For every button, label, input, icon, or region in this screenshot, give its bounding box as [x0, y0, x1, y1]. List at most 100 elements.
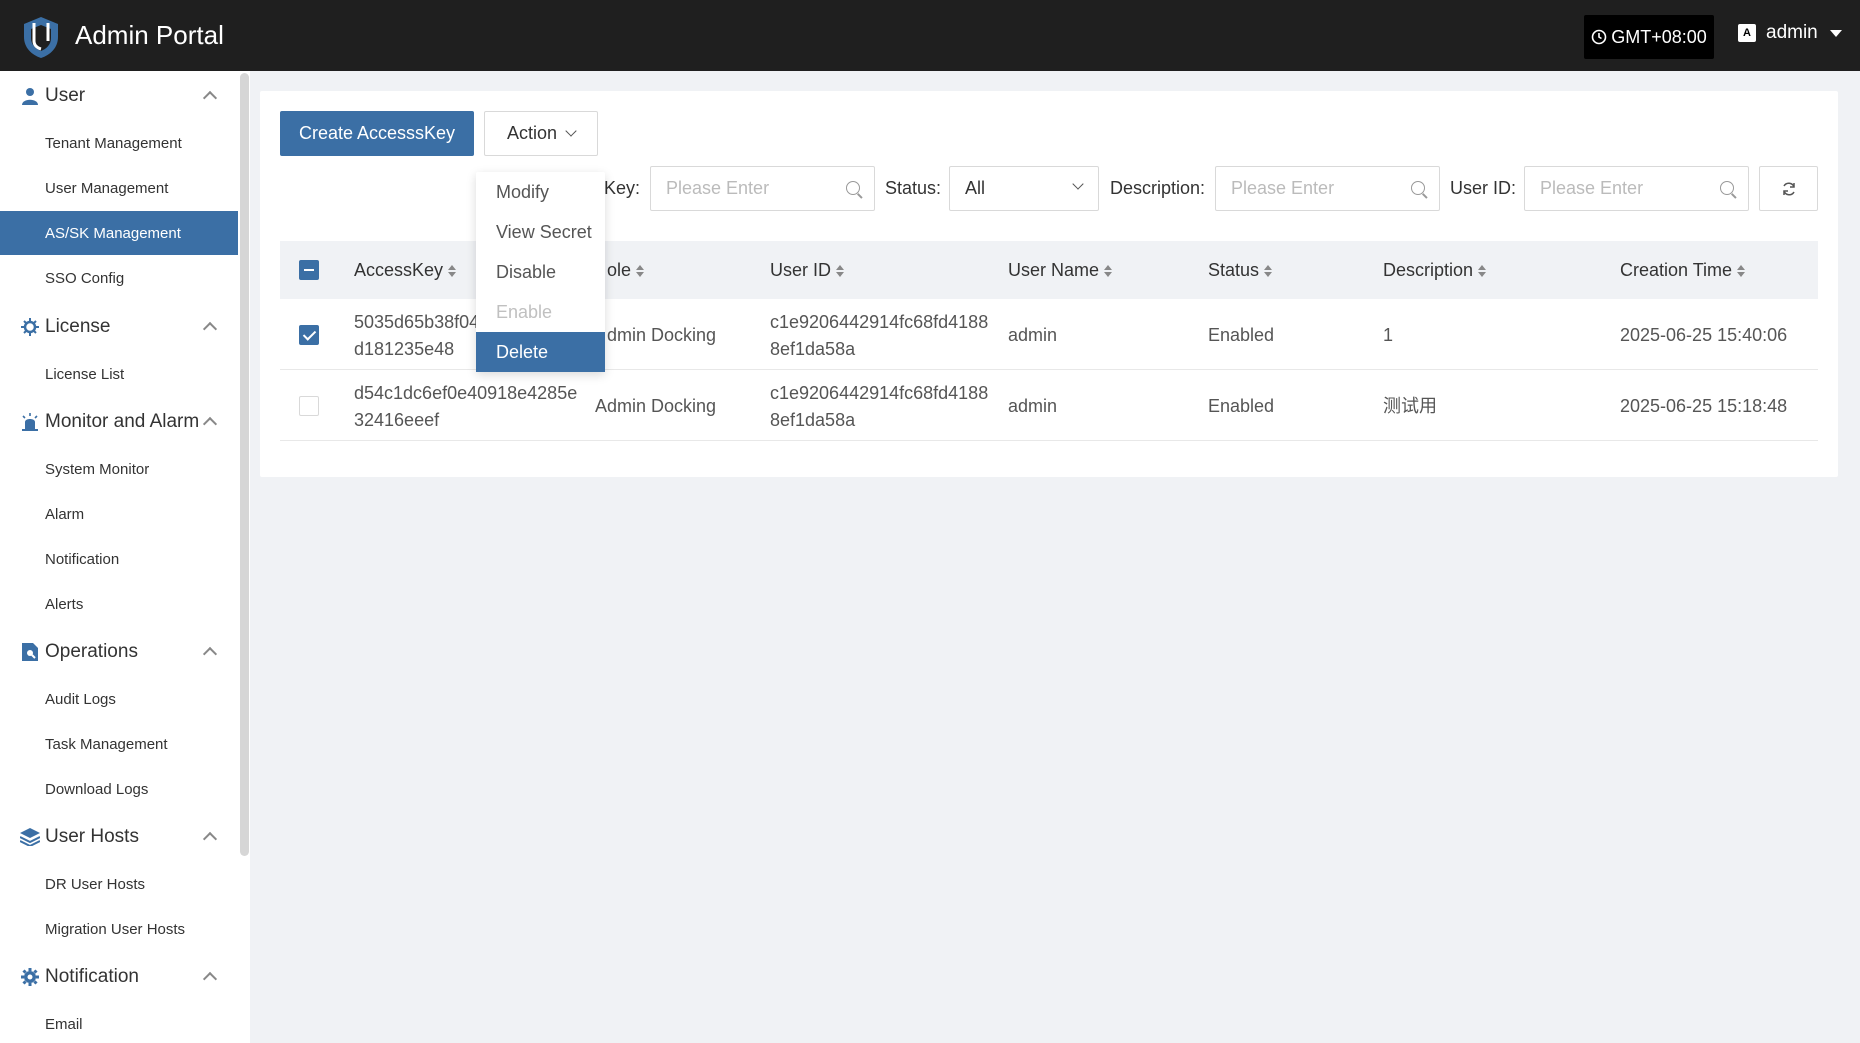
- sidebar-item-as-sk-management[interactable]: AS/SK Management: [0, 211, 238, 255]
- sidebar-item-notification[interactable]: Notification: [0, 537, 238, 581]
- description-filter-input[interactable]: Please Enter: [1215, 166, 1440, 211]
- status-cell: Enabled: [1208, 325, 1275, 345]
- action-dropdown-menu: Modify View Secret Disable Enable Delete: [476, 172, 605, 372]
- menu-item-delete[interactable]: Delete: [476, 332, 605, 372]
- sidebar-item-task-management[interactable]: Task Management: [0, 722, 238, 766]
- sidebar-group-user-hosts[interactable]: User Hosts: [0, 817, 238, 857]
- sidebar-item-download-logs[interactable]: Download Logs: [0, 767, 238, 811]
- operations-icon: [20, 642, 40, 662]
- search-icon[interactable]: [1411, 181, 1425, 195]
- status-cell: Enabled: [1208, 396, 1275, 416]
- status-filter-label: Status:: [885, 178, 942, 198]
- userid-filter-input[interactable]: Please Enter: [1524, 166, 1749, 211]
- sidebar-scrollbar-thumb[interactable]: [240, 73, 249, 856]
- column-header-status[interactable]: Status: [1208, 260, 1273, 281]
- role-cell: Admin Docking: [595, 396, 717, 416]
- sort-icon: [1104, 264, 1113, 277]
- sidebar-item-tenant-management[interactable]: Tenant Management: [0, 121, 238, 165]
- chevron-down-icon: [565, 125, 577, 137]
- column-header-user-id[interactable]: User ID: [770, 260, 845, 281]
- sort-icon: [1264, 264, 1273, 277]
- gear-icon: [20, 967, 40, 987]
- sidebar-item-license-list[interactable]: License List: [0, 352, 238, 396]
- userid-filter-placeholder: Please Enter: [1540, 178, 1644, 198]
- clock-icon: [1591, 29, 1607, 45]
- sidebar-group-label: Monitor and Alarm: [45, 411, 200, 432]
- refresh-button[interactable]: [1759, 166, 1818, 211]
- column-header-creation-time[interactable]: Creation Time: [1620, 260, 1746, 281]
- sort-icon: [448, 264, 457, 277]
- action-label: Action: [506, 123, 558, 143]
- accesskey-cell: 5035d65b38f04 d181235e48: [354, 312, 480, 359]
- row-checkbox[interactable]: [299, 396, 319, 416]
- caret-down-icon: [1829, 29, 1842, 37]
- row-checkbox[interactable]: [299, 325, 319, 345]
- sidebar-group-label: Operations: [45, 641, 138, 662]
- user-menu[interactable]: A admin: [1738, 22, 1842, 44]
- alarm-icon: [20, 412, 40, 432]
- menu-item-modify[interactable]: Modify: [476, 172, 605, 212]
- sidebar-group-label: Notification: [45, 966, 139, 987]
- sidebar: User Tenant Management User Management A…: [0, 71, 250, 1043]
- chevron-up-icon: [202, 321, 218, 337]
- description-filter-label: Description:: [1110, 178, 1206, 198]
- sidebar-group-label: License: [45, 316, 111, 337]
- sidebar-group-license[interactable]: License: [0, 307, 238, 347]
- menu-item-disable[interactable]: Disable: [476, 252, 605, 292]
- sort-icon: [836, 264, 845, 277]
- sidebar-group-notification[interactable]: Notification: [0, 957, 238, 997]
- chevron-up-icon: [202, 90, 218, 106]
- username-label: admin: [1766, 22, 1818, 43]
- sidebar-group-label: User Hosts: [45, 826, 139, 847]
- sidebar-item-dr-user-hosts[interactable]: DR User Hosts: [0, 862, 238, 906]
- user-id-cell: c1e9206442914fc68fd4188 8ef1da58a: [770, 312, 989, 359]
- userid-filter-label: User ID:: [1450, 178, 1517, 198]
- status-filter-select[interactable]: All: [949, 166, 1099, 211]
- action-dropdown-button[interactable]: Action: [484, 111, 598, 156]
- sidebar-item-alerts[interactable]: Alerts: [0, 582, 238, 626]
- sidebar-item-email[interactable]: Email: [0, 1002, 238, 1043]
- user-id-cell: c1e9206442914fc68fd4188 8ef1da58a: [770, 383, 989, 430]
- search-icon[interactable]: [846, 181, 860, 195]
- sidebar-group-monitor-and-alarm[interactable]: Monitor and Alarm: [0, 402, 238, 442]
- creation-time-cell: 2025-06-25 15:40:06: [1620, 325, 1788, 345]
- chevron-up-icon: [202, 971, 218, 987]
- license-icon: [20, 317, 40, 337]
- sidebar-item-system-monitor[interactable]: System Monitor: [0, 447, 238, 491]
- menu-item-enable: Enable: [496, 301, 553, 322]
- column-header-description[interactable]: Description: [1383, 260, 1487, 281]
- sidebar-group-operations[interactable]: Operations: [0, 632, 238, 672]
- description-cell: 1: [1383, 325, 1394, 345]
- language-icon[interactable]: A: [1738, 24, 1756, 42]
- user-icon: [20, 86, 40, 106]
- top-header: Admin Portal GMT+08:00 A admin: [0, 0, 1860, 71]
- timezone-button[interactable]: GMT+08:00: [1584, 15, 1714, 59]
- refresh-icon: [1782, 181, 1795, 196]
- sidebar-item-audit-logs[interactable]: Audit Logs: [0, 677, 238, 721]
- description-filter-placeholder: Please Enter: [1231, 178, 1335, 198]
- chevron-up-icon: [202, 646, 218, 662]
- layers-icon: [20, 827, 40, 847]
- key-filter-input[interactable]: Please Enter: [650, 166, 875, 211]
- column-header-role[interactable]: ole: [607, 260, 645, 281]
- role-cell: dmin Docking: [607, 325, 717, 345]
- create-accesskey-button[interactable]: Create AccesssKey: [280, 111, 474, 156]
- sort-icon: [636, 264, 645, 277]
- sidebar-group-label: User: [45, 85, 86, 106]
- user-name-cell: admin: [1008, 325, 1058, 345]
- timezone-label: GMT+08:00: [1611, 26, 1707, 47]
- sidebar-item-alarm[interactable]: Alarm: [0, 492, 238, 536]
- sidebar-item-sso-config[interactable]: SSO Config: [0, 256, 238, 300]
- column-header-user-name[interactable]: User Name: [1008, 260, 1113, 281]
- chevron-up-icon: [202, 416, 218, 432]
- sidebar-group-user[interactable]: User: [0, 76, 238, 116]
- sidebar-item-migration-user-hosts[interactable]: Migration User Hosts: [0, 907, 238, 951]
- select-all-checkbox[interactable]: [299, 260, 319, 280]
- menu-item-view-secret[interactable]: View Secret: [476, 212, 605, 252]
- column-header-accesskey[interactable]: AccessKey: [354, 260, 457, 281]
- user-name-cell: admin: [1008, 396, 1058, 416]
- sort-icon: [1737, 264, 1746, 277]
- search-icon[interactable]: [1720, 181, 1734, 195]
- sidebar-item-user-management[interactable]: User Management: [0, 166, 238, 210]
- sort-icon: [1478, 264, 1487, 277]
